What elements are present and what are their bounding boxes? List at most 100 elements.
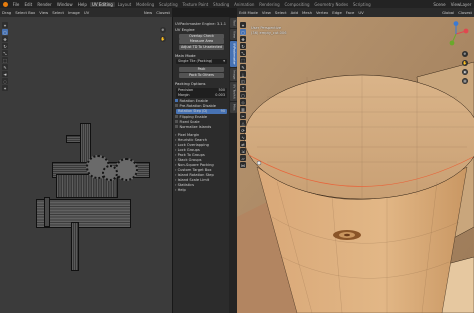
- cursor-tool-icon[interactable]: ⌖: [240, 22, 246, 28]
- add-cube-tool-icon[interactable]: ◫: [240, 78, 246, 84]
- spin-tool-icon[interactable]: ⟳: [240, 127, 246, 133]
- shrink-tool-icon[interactable]: ⇲: [240, 148, 246, 154]
- grid-icon[interactable]: ▦: [462, 78, 468, 84]
- transform-orientation-dropdown[interactable]: Global: [440, 10, 456, 15]
- zoom-icon[interactable]: ⊕: [160, 27, 166, 33]
- scale-tool-icon[interactable]: ⤡: [240, 50, 246, 56]
- cursor-tool-icon[interactable]: ⌖: [2, 22, 8, 28]
- section-uv-engine[interactable]: UV Engine: [173, 27, 230, 33]
- navigation-gizmo[interactable]: [442, 21, 470, 48]
- main-mode-dropdown[interactable]: Single Tile (Packing) ▾: [176, 59, 227, 65]
- uv-menu-select[interactable]: Select: [50, 10, 66, 15]
- tab-compositing[interactable]: Compositing: [282, 2, 312, 7]
- tab-uv-editing[interactable]: UV Editing: [89, 1, 116, 7]
- tab-view[interactable]: View: [229, 28, 237, 40]
- scene-selector[interactable]: Scene: [431, 2, 448, 7]
- margin-field[interactable]: Margin 0.003: [176, 93, 227, 99]
- pack-button[interactable]: Pack: [179, 67, 224, 73]
- tab-tool[interactable]: Tool: [229, 18, 237, 28]
- tab-shading[interactable]: Shading: [211, 2, 232, 7]
- edge-slide-tool-icon[interactable]: ⇄: [240, 141, 246, 147]
- section-packing-options[interactable]: Packing Options: [173, 81, 230, 87]
- move-tool-icon[interactable]: ✥: [240, 36, 246, 42]
- uv-menu-uv[interactable]: UV: [82, 10, 91, 15]
- camera-icon[interactable]: ▣: [462, 69, 468, 75]
- transform-tool-icon[interactable]: ⬚: [240, 57, 246, 63]
- menu-help[interactable]: Help: [75, 2, 89, 7]
- v3d-menu-uv[interactable]: UV: [356, 10, 365, 15]
- inset-tool-icon[interactable]: ◻: [240, 92, 246, 98]
- prerotation-label: Pre-Rotation Disable: [179, 103, 217, 108]
- bevel-tool-icon[interactable]: ◇: [240, 99, 246, 105]
- knife-tool-icon[interactable]: ✂: [240, 113, 246, 119]
- precision-field[interactable]: Precision 500: [176, 87, 227, 93]
- section-main-mode[interactable]: Main Mode: [173, 53, 230, 59]
- smooth-tool-icon[interactable]: ∿: [240, 134, 246, 140]
- transform-tool-icon[interactable]: ⬚: [2, 57, 8, 63]
- uv-editor-viewport[interactable]: ⌖ ▢ ✥ ↻ ⤡ ⬚ ✎ ☚ ◌ ✦ ⊕ ✋: [0, 17, 172, 313]
- uv-menu-view[interactable]: View: [37, 10, 50, 15]
- blender-logo-icon[interactable]: [3, 1, 8, 7]
- v3d-menu-vertex[interactable]: Vertex: [314, 10, 330, 15]
- tab-texture-paint[interactable]: Texture Paint: [180, 2, 211, 7]
- measure-tool-icon[interactable]: ⟂: [240, 71, 246, 77]
- v3d-snap-dropdown[interactable]: Closest: [456, 10, 474, 15]
- mode-dropdown[interactable]: Edit Mode: [237, 10, 260, 15]
- viewlayer-selector[interactable]: ViewLayer: [448, 2, 474, 7]
- tab-rendering[interactable]: Rendering: [257, 2, 282, 7]
- image-new-button[interactable]: New: [142, 10, 154, 15]
- grab-tool-icon[interactable]: ☚: [2, 71, 8, 77]
- v3d-menu-edge[interactable]: Edge: [330, 10, 344, 15]
- pack-to-others-button[interactable]: Pack To Others: [179, 72, 224, 78]
- v3d-menu-mesh[interactable]: Mesh: [300, 10, 314, 15]
- select-tool-icon[interactable]: ▢: [240, 29, 246, 35]
- v3d-menu-select[interactable]: Select: [273, 10, 289, 15]
- tab-scripting[interactable]: Scripting: [350, 2, 373, 7]
- measure-area-button[interactable]: Measure Area: [179, 39, 224, 45]
- menu-edit[interactable]: Edit: [22, 2, 35, 7]
- pan-hand-icon[interactable]: ✋: [160, 36, 166, 42]
- poly-build-tool-icon[interactable]: △: [240, 120, 246, 126]
- select-box-dropdown[interactable]: Select Box: [13, 10, 37, 15]
- select-tool-icon[interactable]: ▢: [2, 29, 8, 35]
- uv-menu-image[interactable]: Image: [66, 10, 82, 15]
- loop-cut-tool-icon[interactable]: ▥: [240, 106, 246, 112]
- annotate-tool-icon[interactable]: ✎: [2, 64, 8, 70]
- v3d-menu-face[interactable]: Face: [344, 10, 357, 15]
- menu-file[interactable]: File: [10, 2, 22, 7]
- subpanel-help[interactable]: › Help: [173, 188, 230, 193]
- tab-image[interactable]: Image: [229, 67, 237, 82]
- tab-sculpting[interactable]: Sculpting: [157, 2, 180, 7]
- annotate-tool-icon[interactable]: ✎: [240, 64, 246, 70]
- prerotation-checkbox[interactable]: Pre-Rotation Disable: [173, 104, 230, 109]
- overlap-check-button[interactable]: Overlap Check: [179, 33, 224, 39]
- pinch-tool-icon[interactable]: ✦: [2, 85, 8, 91]
- tab-uv-toolkit[interactable]: UV Toolkit: [229, 82, 237, 101]
- menu-render[interactable]: Render: [35, 2, 54, 7]
- tab-animation[interactable]: Animation: [232, 2, 257, 7]
- rotate-tool-icon[interactable]: ↻: [2, 43, 8, 49]
- tab-misc[interactable]: Misc: [229, 101, 237, 113]
- rotation-step-field[interactable]: Rotation Step (D) 90: [176, 109, 227, 115]
- tab-modeling[interactable]: Modeling: [134, 2, 157, 7]
- rotate-tool-icon[interactable]: ↻: [240, 43, 246, 49]
- v3d-menu-add[interactable]: Add: [289, 10, 300, 15]
- relax-tool-icon[interactable]: ◌: [2, 78, 8, 84]
- move-tool-icon[interactable]: ✥: [2, 36, 8, 42]
- tab-uvpackmaster[interactable]: UVPackmaster: [229, 40, 237, 67]
- zoom-icon[interactable]: ⊕: [462, 51, 468, 57]
- drag-dropdown[interactable]: Drag: [0, 10, 13, 15]
- pan-hand-icon[interactable]: ✋: [462, 60, 468, 66]
- v3d-menu-view[interactable]: View: [260, 10, 273, 15]
- rip-tool-icon[interactable]: ⋈: [240, 162, 246, 168]
- tab-layout[interactable]: Layout: [115, 2, 133, 7]
- adjust-td-button[interactable]: Adjust TD To Unselected: [179, 44, 224, 50]
- shear-tool-icon[interactable]: ▱: [240, 155, 246, 161]
- viewport-info-overlay: User Perspective (36) empty_cut.006: [251, 26, 287, 36]
- 3d-viewport[interactable]: ⌖ ▢ ✥ ↻ ⤡ ⬚ ✎ ⟂ ◫ ⇡ ◻ ◇ ▥ ✂ △ ⟳ ∿ ⇄ ⇲ ▱ …: [237, 17, 474, 313]
- menu-window[interactable]: Window: [54, 2, 75, 7]
- extrude-tool-icon[interactable]: ⇡: [240, 85, 246, 91]
- scale-tool-icon[interactable]: ⤡: [2, 50, 8, 56]
- tab-geometry-nodes[interactable]: Geometry Nodes: [312, 2, 351, 7]
- uv-snap-dropdown[interactable]: Closest: [154, 10, 172, 15]
